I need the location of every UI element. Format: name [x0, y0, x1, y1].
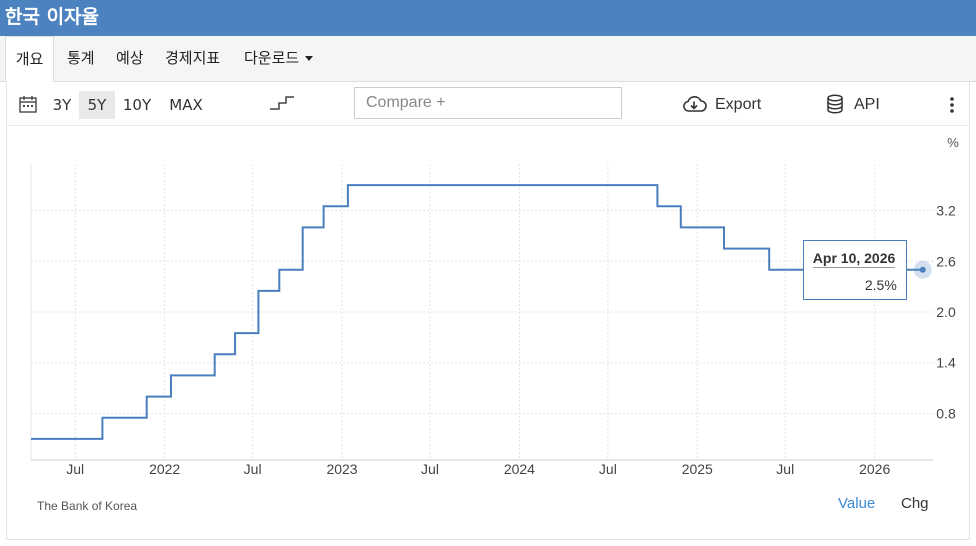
rate-chart: 0.8 1.4 2.0 2.6 3.2 Jul 2022 Jul 2023 Jul 2024 Jul… [30, 135, 959, 477]
api-button[interactable]: API [854, 91, 880, 119]
x-tick-label: Jul [66, 461, 84, 477]
calendar-icon[interactable] [19, 95, 37, 113]
tab-indicators[interactable]: 경제지표 [165, 36, 220, 82]
chart-toolbar: 3Y 5Y 10Y MAX Compare + Export API [6, 82, 970, 126]
unit-label: % [947, 135, 959, 150]
x-tick-label: 2022 [149, 461, 180, 477]
y-tick-label: 2.6 [936, 253, 956, 269]
caret-down-icon [305, 56, 314, 61]
data-tooltip: Apr 10, 2026 2.5% [802, 239, 907, 300]
tab-forecast[interactable]: 예상 [116, 36, 144, 82]
tooltip-date: Apr 10, 2026 [812, 249, 896, 268]
page-title: 한국 이자율 [0, 0, 976, 36]
tooltip-value: 2.5% [864, 276, 897, 293]
compare-input[interactable]: Compare + [354, 87, 622, 119]
range-10y-button[interactable]: 10Y [117, 91, 157, 119]
x-tick-label: 2026 [859, 461, 890, 477]
tab-statistics[interactable]: 통계 [67, 36, 95, 82]
tab-bar: 개요 통계 예상 경제지표 다운로드 [0, 36, 976, 82]
cloud-download-icon[interactable] [681, 95, 707, 113]
y-tick-label: 2.0 [936, 304, 956, 320]
export-button[interactable]: Export [715, 91, 761, 119]
y-tick-label: 0.8 [936, 405, 956, 421]
x-tick-label: 2024 [504, 461, 535, 477]
database-icon[interactable] [826, 94, 844, 114]
range-5y-button[interactable]: 5Y [79, 91, 115, 119]
source-label: The Bank of Korea [37, 499, 138, 513]
more-vertical-icon[interactable] [948, 96, 956, 114]
range-max-button[interactable]: MAX [162, 91, 210, 119]
x-tick-label: 2023 [326, 461, 357, 477]
x-tick-label: Jul [599, 461, 617, 477]
tab-download-label: 다운로드 [244, 49, 300, 67]
range-3y-button[interactable]: 3Y [45, 91, 79, 119]
chart-area: 0.8 1.4 2.0 2.6 3.2 Jul 2022 Jul 2023 Jul 2024 Jul… [6, 126, 970, 540]
tab-overview[interactable]: 개요 [5, 36, 54, 82]
tab-download[interactable]: 다운로드 [244, 36, 314, 82]
chg-button[interactable]: Chg [901, 495, 929, 512]
step-chart-icon[interactable] [269, 95, 295, 111]
x-tick-label: Jul [244, 461, 262, 477]
y-tick-label: 3.2 [936, 203, 956, 219]
x-tick-label: 2025 [682, 461, 713, 477]
hover-marker-point [919, 266, 926, 273]
x-tick-label: Jul [421, 461, 439, 477]
value-button[interactable]: Value [838, 495, 875, 512]
x-tick-label: Jul [776, 461, 794, 477]
y-tick-label: 1.4 [936, 355, 956, 371]
